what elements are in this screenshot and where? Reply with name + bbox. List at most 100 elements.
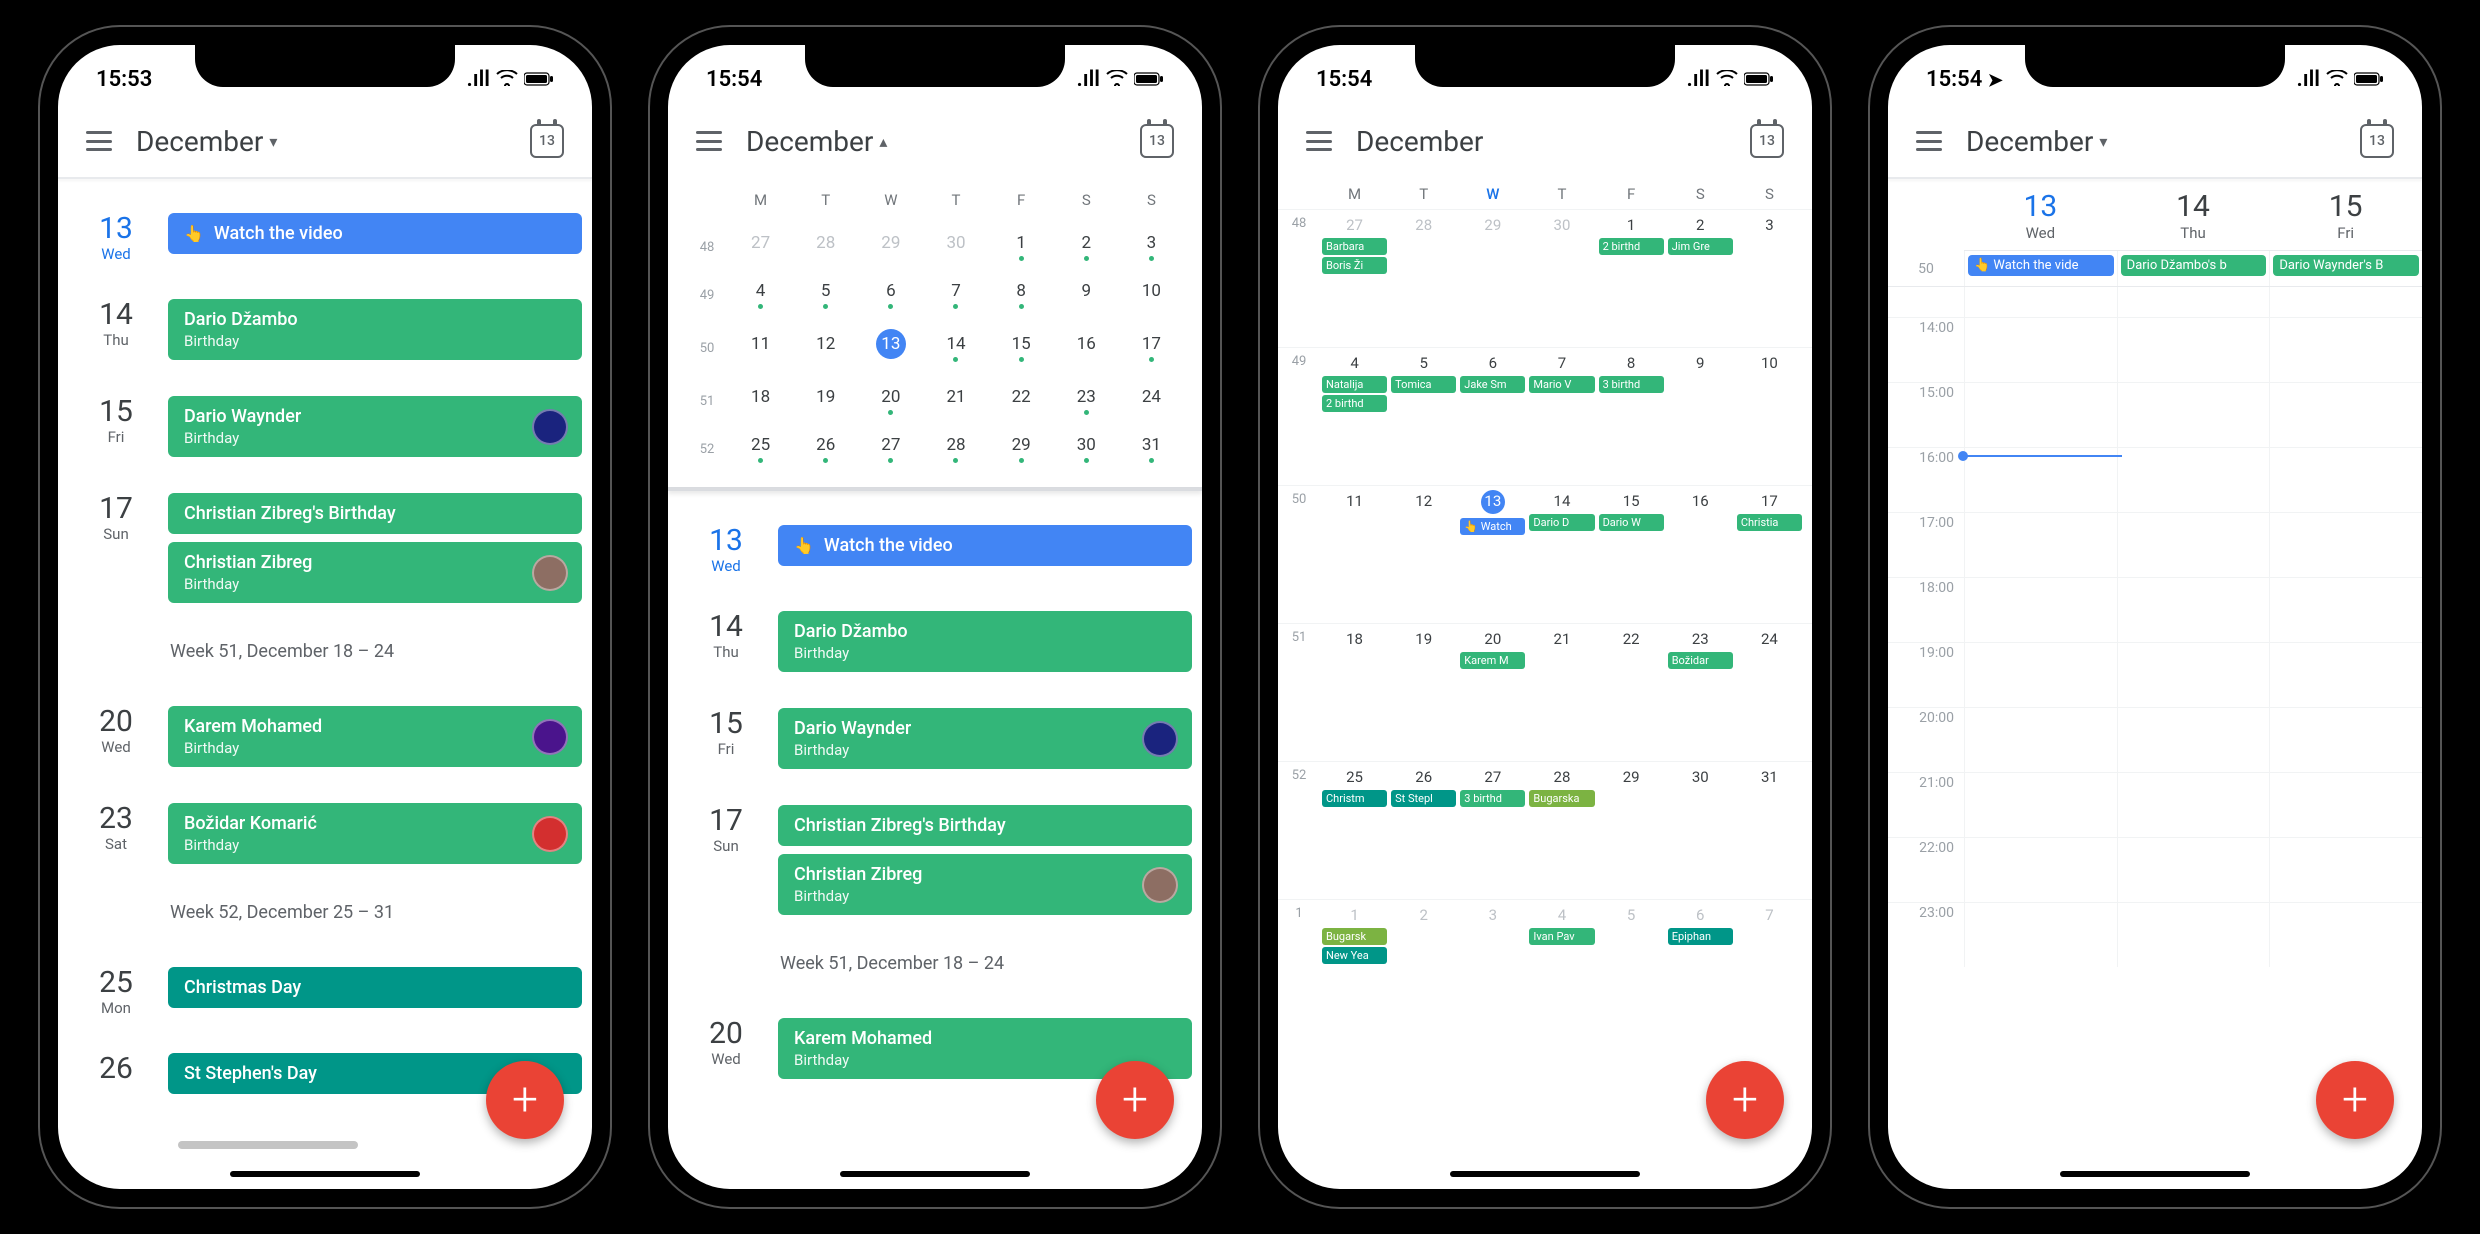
month-event-chip[interactable]: Božidar	[1668, 652, 1733, 669]
mini-month-day[interactable]: 18	[728, 387, 793, 415]
mini-month-day[interactable]: 15	[989, 334, 1054, 362]
month-day-cell[interactable]: 27BarbaraBoris Ži	[1320, 210, 1389, 347]
month-day-cell[interactable]: 12 birthd	[1597, 210, 1666, 347]
mini-month-day[interactable]: 27	[728, 233, 793, 261]
day-column[interactable]	[2117, 287, 2270, 967]
month-event-chip[interactable]: Christm	[1322, 790, 1387, 807]
month-day-cell[interactable]: 7Mario V	[1527, 348, 1596, 485]
today-button[interactable]: 13	[530, 124, 564, 158]
month-day-cell[interactable]: 3	[1735, 210, 1804, 347]
event-chip[interactable]: Christmas Day	[168, 967, 582, 1008]
mini-month-day[interactable]: 2	[1054, 233, 1119, 261]
month-day-cell[interactable]: 4Natalija2 birthd	[1320, 348, 1389, 485]
schedule-date[interactable]: 17Sun	[84, 493, 148, 603]
month-label[interactable]: December	[1356, 125, 1726, 158]
month-event-chip[interactable]: Bugarsk	[1322, 928, 1387, 945]
month-day-cell[interactable]: 28Bugarska	[1527, 762, 1596, 899]
mini-month-day[interactable]: 21	[923, 387, 988, 415]
mini-month-day[interactable]: 25	[728, 435, 793, 463]
schedule-date[interactable]: 15Fri	[84, 396, 148, 457]
month-day-cell[interactable]: 83 birthd	[1597, 348, 1666, 485]
event-chip[interactable]: Božidar KomarićBirthday	[168, 803, 582, 864]
month-event-chip[interactable]: Dario D	[1529, 514, 1594, 531]
schedule-date[interactable]: 26	[84, 1053, 148, 1094]
month-event-chip[interactable]: Christia	[1737, 514, 1802, 531]
month-event-chip[interactable]: Natalija	[1322, 376, 1387, 393]
day-column[interactable]	[2269, 287, 2422, 967]
mini-month-day[interactable]: 4	[728, 281, 793, 309]
month-day-cell[interactable]: 5	[1597, 900, 1666, 1037]
allday-event-chip[interactable]: Dario Džambo's b	[2121, 255, 2267, 276]
schedule-date[interactable]: 25Mon	[84, 967, 148, 1017]
month-event-chip[interactable]: 3 birthd	[1599, 376, 1664, 393]
today-button[interactable]: 13	[1750, 124, 1784, 158]
month-day-cell[interactable]: 15Dario W	[1597, 486, 1666, 623]
month-day-cell[interactable]: 13👆 Watch	[1458, 486, 1527, 623]
month-day-cell[interactable]: 16	[1666, 486, 1735, 623]
month-day-cell[interactable]: 26St Stepl	[1389, 762, 1458, 899]
event-chip[interactable]: Dario WaynderBirthday	[168, 396, 582, 457]
schedule-date[interactable]: 20Wed	[84, 706, 148, 767]
schedule-date[interactable]: 13Wed	[84, 213, 148, 263]
month-event-chip[interactable]: 3 birthd	[1460, 790, 1525, 807]
menu-button[interactable]	[1306, 131, 1332, 151]
month-day-cell[interactable]: 17Christia	[1735, 486, 1804, 623]
month-event-chip[interactable]: 2 birthd	[1322, 395, 1387, 412]
month-event-chip[interactable]: Jim Gre	[1668, 238, 1733, 255]
schedule-list[interactable]: 13Wed👆Watch the video14ThuDario DžamboBi…	[668, 491, 1202, 1089]
month-day-cell[interactable]: 30	[1527, 210, 1596, 347]
schedule-date[interactable]: 17Sun	[694, 805, 758, 915]
month-dropdown[interactable]: December ▾	[1966, 125, 2336, 158]
mini-month-day[interactable]: 3	[1119, 233, 1184, 261]
month-day-cell[interactable]: 30	[1666, 762, 1735, 899]
event-chip[interactable]: Dario WaynderBirthday	[778, 708, 1192, 769]
month-day-cell[interactable]: 24	[1735, 624, 1804, 761]
allday-event-chip[interactable]: Dario Waynder's B	[2273, 255, 2419, 276]
month-day-cell[interactable]: 31	[1735, 762, 1804, 899]
month-day-cell[interactable]: 3	[1458, 900, 1527, 1037]
month-day-cell[interactable]: 29	[1458, 210, 1527, 347]
home-indicator[interactable]	[840, 1171, 1030, 1177]
mini-month-day[interactable]: 24	[1119, 387, 1184, 415]
mini-month-day[interactable]: 7	[923, 281, 988, 309]
month-day-cell[interactable]: 22	[1597, 624, 1666, 761]
month-day-cell[interactable]: 19	[1389, 624, 1458, 761]
mini-month-day[interactable]: 11	[728, 334, 793, 362]
schedule-date[interactable]: 14Thu	[84, 299, 148, 360]
month-event-chip[interactable]: 2 birthd	[1599, 238, 1664, 255]
event-chip[interactable]: Christian Zibreg's Birthday	[778, 805, 1192, 846]
mini-month-day[interactable]: 29	[858, 233, 923, 261]
mini-month-day[interactable]: 20	[858, 387, 923, 415]
month-day-cell[interactable]: 12	[1389, 486, 1458, 623]
three-day-content[interactable]: 13Wed14Thu15Fri50👆 Watch the videDario D…	[1888, 179, 2422, 1189]
month-day-cell[interactable]: 2	[1389, 900, 1458, 1037]
month-dropdown[interactable]: December ▾	[136, 125, 506, 158]
mini-month-day[interactable]: 27	[858, 435, 923, 463]
create-event-fab[interactable]: +	[2316, 1061, 2394, 1139]
mini-month-day[interactable]: 17	[1119, 334, 1184, 362]
month-event-chip[interactable]: Mario V	[1529, 376, 1594, 393]
mini-month-day[interactable]: 16	[1054, 334, 1119, 362]
home-indicator[interactable]	[230, 1171, 420, 1177]
mini-month-grid[interactable]: MTWTFSS482728293012349456789105011121314…	[668, 177, 1202, 488]
month-day-cell[interactable]: 23Božidar	[1666, 624, 1735, 761]
schedule-date[interactable]: 13Wed	[694, 525, 758, 575]
month-day-cell[interactable]: 6Jake Sm	[1458, 348, 1527, 485]
day-header[interactable]: 15Fri	[2269, 179, 2422, 251]
month-event-chip[interactable]: 👆 Watch	[1460, 518, 1525, 535]
schedule-date[interactable]: 20Wed	[694, 1018, 758, 1079]
month-day-cell[interactable]: 14Dario D	[1527, 486, 1596, 623]
month-day-cell[interactable]: 18	[1320, 624, 1389, 761]
mini-month-day[interactable]: 30	[923, 233, 988, 261]
month-event-chip[interactable]: Epiphan	[1668, 928, 1733, 945]
event-chip[interactable]: 👆Watch the video	[168, 213, 582, 254]
month-event-chip[interactable]: Barbara	[1322, 238, 1387, 255]
month-dropdown[interactable]: December ▴	[746, 125, 1116, 158]
mini-month-day[interactable]: 8	[989, 281, 1054, 309]
day-column[interactable]	[1964, 287, 2117, 967]
month-day-cell[interactable]: 20Karem M	[1458, 624, 1527, 761]
mini-month-day[interactable]: 29	[989, 435, 1054, 463]
month-grid-content[interactable]: MTWTFSS4827BarbaraBoris Ži28293012 birth…	[1278, 177, 1812, 1189]
home-indicator[interactable]	[2060, 1171, 2250, 1177]
event-chip[interactable]: 👆Watch the video	[778, 525, 1192, 566]
